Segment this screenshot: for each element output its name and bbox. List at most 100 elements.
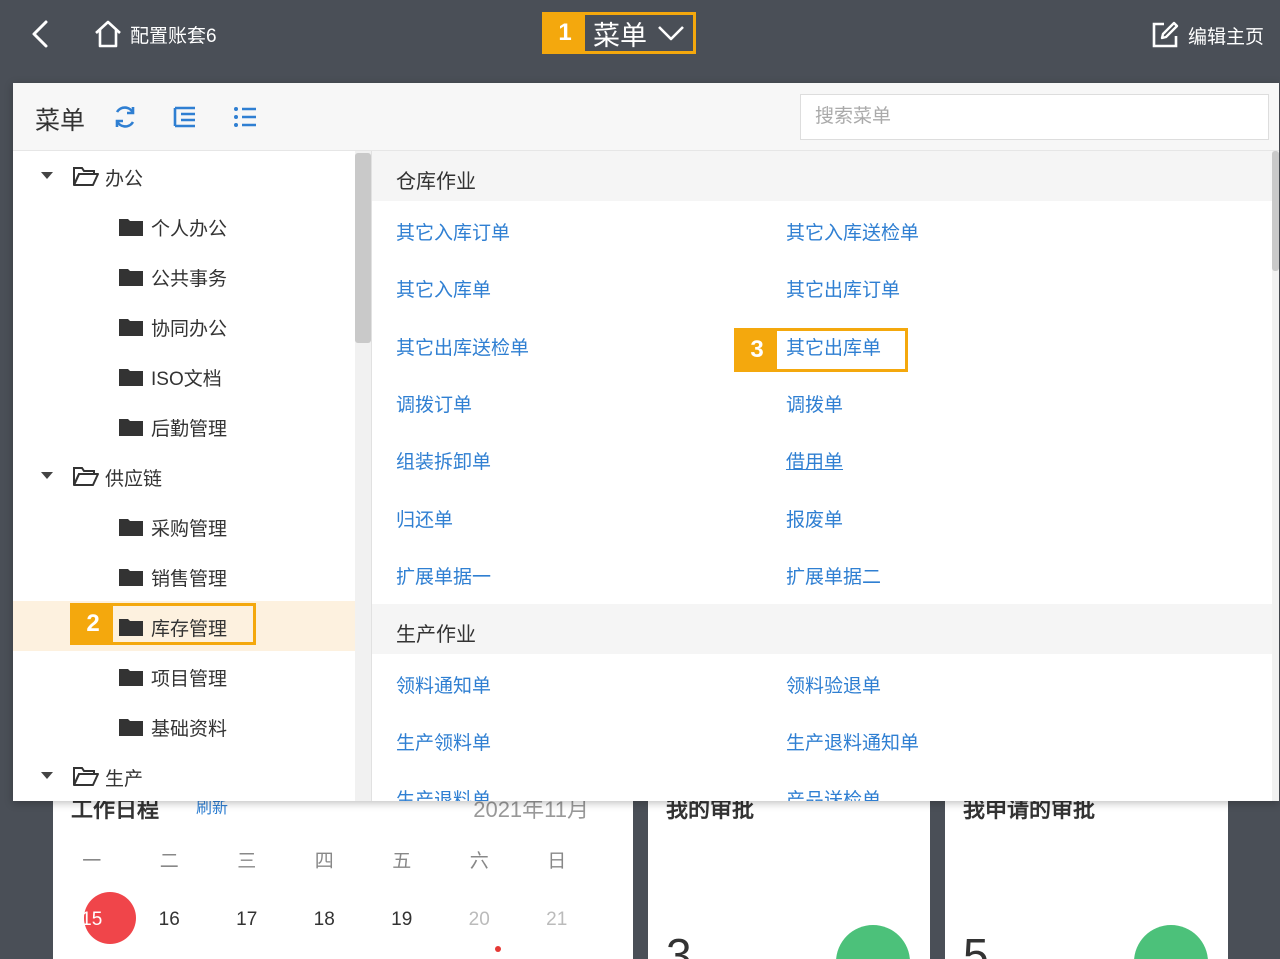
tree-node-label: 项目管理	[151, 669, 228, 690]
refresh-button[interactable]	[111, 103, 139, 131]
tree-node-label: 基础资料	[151, 719, 228, 740]
calendar-day-today[interactable]: 15	[53, 902, 131, 938]
tree-node-production[interactable]: 生产	[13, 751, 355, 801]
folder-icon	[119, 569, 143, 586]
tree-node-logistics[interactable]: 后勤管理	[13, 401, 355, 451]
menu-panel-title: 菜单	[35, 107, 86, 135]
menu-link[interactable]: 扩展单据一	[396, 562, 491, 589]
chevron-down-icon	[658, 26, 684, 41]
tree-node-purchasing[interactable]: 采购管理	[13, 501, 355, 551]
my-requests-count: 5	[963, 929, 989, 959]
weekday: 二	[159, 851, 179, 872]
section-title: 仓库作业	[396, 171, 476, 193]
caret-down-icon[interactable]	[41, 772, 53, 779]
tree-node-label: 销售管理	[151, 569, 228, 590]
tree-node-projects[interactable]: 项目管理	[13, 651, 355, 701]
tree-node-label: 个人办公	[151, 219, 228, 240]
tree-node-collaboration[interactable]: 协同办公	[13, 301, 355, 351]
tree-node-label: 办公	[105, 169, 144, 190]
content-scrollbar[interactable]	[1272, 151, 1279, 801]
menu-link[interactable]: 生产领料单	[396, 728, 491, 755]
approvals-card[interactable]: 我的审批 3	[648, 780, 930, 959]
calendar-days: 15 16 17 18 19 20 21	[53, 902, 633, 938]
menu-link[interactable]: 领料通知单	[396, 671, 491, 698]
calendar-day[interactable]: 18	[286, 902, 364, 938]
home-label: 配置账套6	[130, 25, 217, 47]
edit-icon	[1152, 21, 1179, 48]
folder-icon	[119, 719, 143, 736]
tree-list-icon	[173, 106, 195, 128]
menu-panel-header: 菜单	[13, 83, 1279, 151]
calendar-day[interactable]: 19	[363, 902, 441, 938]
menu-link[interactable]: 生产退料单	[396, 785, 491, 801]
folder-icon	[119, 269, 143, 286]
tree-node-public-affairs[interactable]: 公共事务	[13, 251, 355, 301]
section-header-production: 生产作业	[372, 604, 1272, 654]
tree-scrollbar[interactable]	[355, 151, 371, 801]
menu-link[interactable]: 产品送检单	[786, 785, 881, 801]
menu-link[interactable]: 领料验退单	[786, 671, 881, 698]
calendar-weekdays: 一 二 三 四 五 六 日	[53, 846, 633, 873]
menu-link[interactable]: 报废单	[786, 505, 843, 532]
menu-link[interactable]: 其它入库单	[396, 275, 491, 302]
tree-node-sales[interactable]: 销售管理	[13, 551, 355, 601]
calendar-card: 工作日程 刷新 2021年11月 一 二 三 四 五 六 日 15 16 17 …	[53, 780, 633, 959]
menu-dropdown-toggle[interactable]: 1 菜单	[542, 12, 696, 54]
step-highlight-inventory: 2	[70, 603, 256, 645]
caret-down-icon[interactable]	[41, 472, 53, 479]
step-badge: 3	[737, 331, 777, 369]
calendar-day[interactable]: 20	[441, 902, 519, 938]
top-bar: 配置账套6 1 菜单 编辑主页	[0, 0, 1280, 70]
weekday: 四	[314, 851, 334, 872]
folder-open-icon	[73, 167, 99, 186]
menu-toggle-label: 菜单	[593, 20, 647, 51]
menu-link[interactable]: 扩展单据二	[786, 562, 881, 589]
search-menu-input[interactable]	[800, 94, 1269, 140]
folder-icon	[119, 369, 143, 386]
menu-link[interactable]: 归还单	[396, 505, 453, 532]
menu-link[interactable]: 其它出库订单	[786, 275, 900, 302]
calendar-day[interactable]: 21	[518, 902, 596, 938]
folder-icon	[119, 519, 143, 536]
menu-link[interactable]: 其它入库送检单	[786, 218, 919, 245]
my-requests-action-button[interactable]	[1134, 925, 1208, 959]
tree-view-button[interactable]	[171, 103, 199, 131]
weekday: 日	[547, 851, 567, 872]
folder-open-icon	[73, 467, 99, 486]
weekday: 六	[469, 851, 489, 872]
weekday: 一	[82, 851, 102, 872]
menu-content: 仓库作业 其它入库订单 其它入库送检单 其它入库单 其它出库订单 其它出库送检单…	[372, 151, 1279, 801]
edit-home-button[interactable]: 编辑主页	[1150, 18, 1264, 52]
weekday: 五	[392, 851, 412, 872]
edit-home-label: 编辑主页	[1187, 26, 1264, 48]
approvals-action-button[interactable]	[836, 925, 910, 959]
menu-link[interactable]: 生产退料通知单	[786, 728, 919, 755]
tree-node-office[interactable]: 办公	[13, 151, 355, 201]
tree-node-basic-data[interactable]: 基础资料	[13, 701, 355, 751]
list-view-button[interactable]	[231, 103, 259, 131]
menu-link[interactable]: 组装拆卸单	[396, 447, 491, 474]
tree-node-label: 公共事务	[151, 269, 228, 290]
approvals-count: 3	[666, 929, 692, 959]
menu-link[interactable]: 其它出库送检单	[396, 333, 529, 360]
calendar-day[interactable]: 17	[208, 902, 286, 938]
event-dot	[495, 946, 501, 952]
tree-node-iso-docs[interactable]: ISO文档	[13, 351, 355, 401]
menu-link[interactable]: 其它入库订单	[396, 218, 510, 245]
home-button[interactable]: 配置账套6	[92, 16, 217, 52]
folder-icon	[119, 419, 143, 436]
tree-node-personal-office[interactable]: 个人办公	[13, 201, 355, 251]
my-requests-card[interactable]: 我申请的审批 5	[945, 780, 1228, 959]
folder-icon	[119, 319, 143, 336]
calendar-day[interactable]: 16	[131, 902, 209, 938]
back-button[interactable]	[24, 16, 60, 52]
content-scrollbar-thumb[interactable]	[1272, 151, 1279, 271]
menu-link[interactable]: 借用单	[786, 447, 843, 474]
menu-link[interactable]: 调拨订单	[396, 390, 472, 417]
tree-node-supply-chain[interactable]: 供应链	[13, 451, 355, 501]
menu-tree: 办公 个人办公 公共事务 协同办公 ISO文档 后勤管理 供应链 采购管理 销售…	[13, 151, 371, 801]
caret-down-icon[interactable]	[41, 172, 53, 179]
folder-icon	[119, 219, 143, 236]
menu-link[interactable]: 调拨单	[786, 390, 843, 417]
tree-scrollbar-thumb[interactable]	[355, 153, 371, 343]
